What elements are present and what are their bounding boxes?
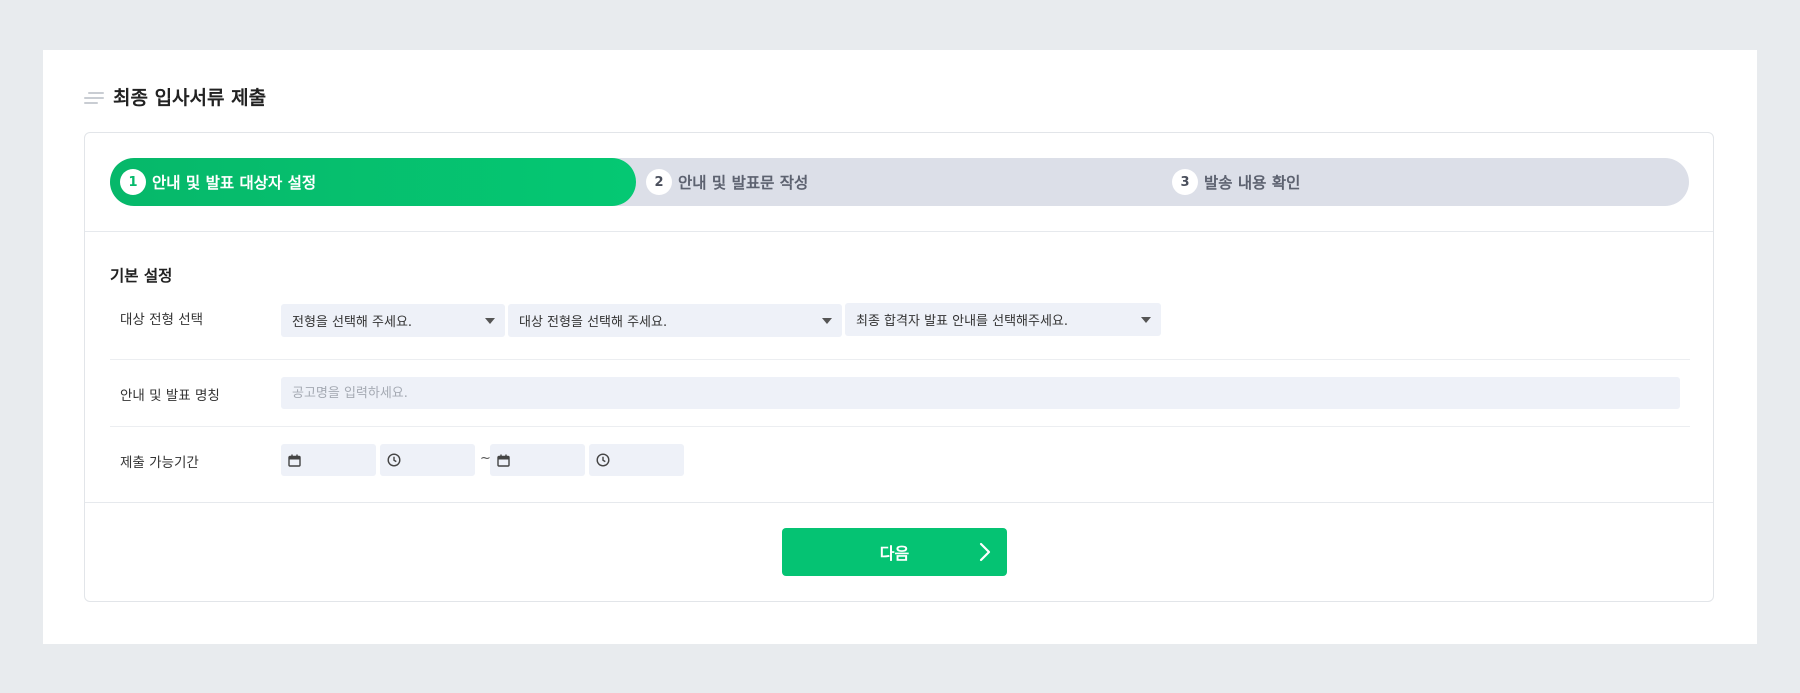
announcement-name-input[interactable] — [281, 377, 1680, 409]
announcement-select[interactable]: 최종 합격자 발표 안내를 선택해주세요. — [845, 303, 1161, 336]
stepper-divider — [85, 231, 1713, 232]
clock-icon — [387, 453, 401, 467]
footer-divider — [85, 502, 1713, 503]
target-row-label: 대상 전형 선택 — [120, 312, 204, 328]
page-title: 최종 입사서류 제출 — [113, 86, 267, 109]
chevron-down-icon — [822, 318, 832, 324]
next-button[interactable]: 다음 — [782, 528, 1007, 576]
start-time-input[interactable] — [380, 444, 475, 476]
step-3-label: 발송 내용 확인 — [1204, 174, 1301, 192]
page-header: 최종 입사서류 제출 — [84, 79, 266, 113]
stepper: 1 안내 및 발표 대상자 설정 2 안내 및 발표문 작성 3 발송 내용 확… — [110, 158, 1689, 206]
step-1-number: 1 — [120, 169, 146, 195]
chevron-down-icon — [1141, 317, 1151, 323]
row-divider — [110, 359, 1690, 360]
form-card: 1 안내 및 발표 대상자 설정 2 안내 및 발표문 작성 3 발송 내용 확… — [84, 132, 1714, 602]
announcement-select-value: 최종 합격자 발표 안내를 선택해주세요. — [856, 314, 1069, 329]
step-2-number: 2 — [646, 169, 672, 195]
step-2[interactable]: 2 안내 및 발표문 작성 — [646, 158, 808, 206]
period-row-label: 제출 가능기간 — [120, 455, 199, 471]
end-date-input[interactable] — [490, 444, 585, 476]
section-title: 기본 설정 — [110, 267, 173, 285]
target-track-select-value: 대상 전형을 선택해 주세요. — [519, 315, 668, 330]
step-3-number: 3 — [1172, 169, 1198, 195]
row-divider — [110, 426, 1690, 427]
step-1[interactable]: 1 안내 및 발표 대상자 설정 — [120, 158, 316, 206]
chevron-down-icon — [485, 318, 495, 324]
track-select-value: 전형을 선택해 주세요. — [292, 315, 413, 330]
step-3[interactable]: 3 발송 내용 확인 — [1172, 158, 1300, 206]
chevron-right-icon — [979, 542, 991, 562]
name-row-label: 안내 및 발표 명칭 — [120, 388, 220, 404]
page-container: 최종 입사서류 제출 1 안내 및 발표 대상자 설정 2 안내 및 발표문 작… — [43, 50, 1757, 644]
start-date-input[interactable] — [281, 444, 376, 476]
end-time-input[interactable] — [589, 444, 684, 476]
menu-lines-icon — [84, 92, 104, 106]
calendar-icon — [497, 454, 510, 467]
clock-icon — [596, 453, 610, 467]
step-2-label: 안내 및 발표문 작성 — [678, 174, 809, 192]
step-1-label: 안내 및 발표 대상자 설정 — [152, 174, 317, 192]
target-track-select[interactable]: 대상 전형을 선택해 주세요. — [508, 304, 842, 337]
calendar-icon — [288, 454, 301, 467]
track-select[interactable]: 전형을 선택해 주세요. — [281, 304, 505, 337]
next-button-label: 다음 — [879, 544, 910, 563]
